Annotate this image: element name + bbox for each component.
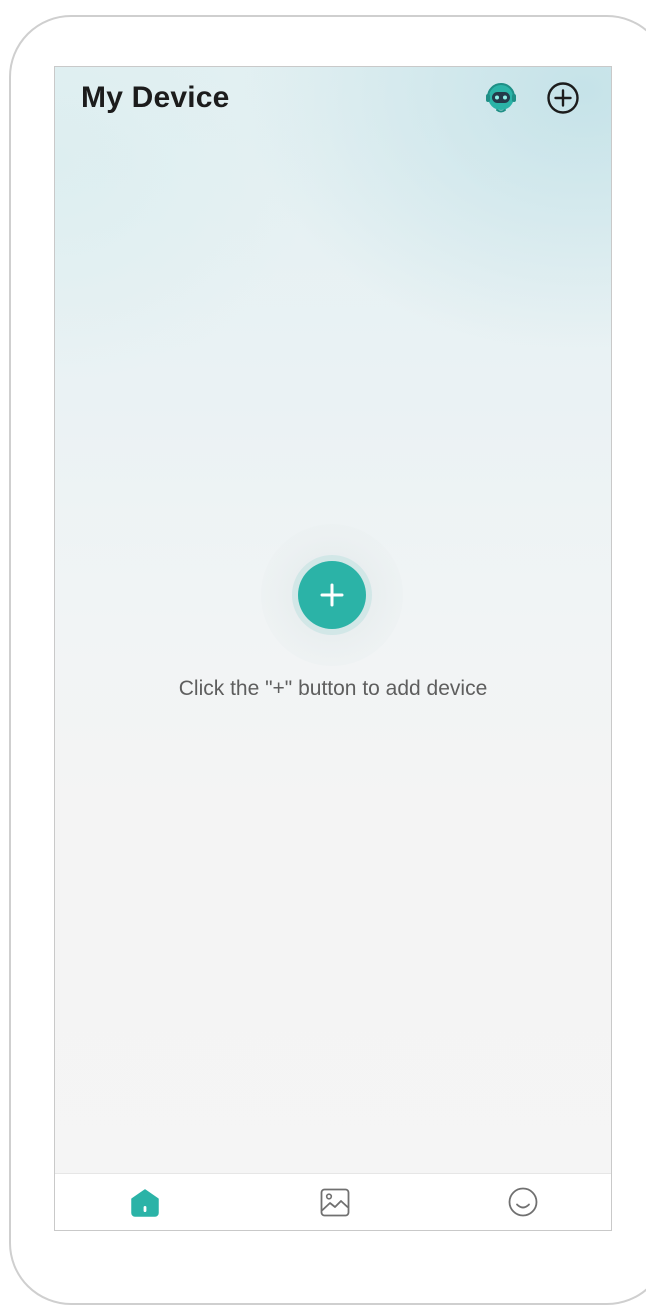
app-screen: My Device Click the "+" button to add de… [54, 66, 612, 1231]
add-device-header-button[interactable] [545, 80, 581, 116]
bottom-tab-bar [55, 1173, 611, 1230]
empty-state-hint: Click the "+" button to add device [178, 677, 488, 700]
tab-gallery[interactable] [315, 1184, 355, 1220]
gallery-icon [320, 1188, 350, 1217]
tab-home[interactable] [125, 1184, 165, 1220]
plus-icon [320, 583, 344, 607]
header: My Device [55, 67, 611, 131]
page-title: My Device [81, 81, 230, 114]
customer-service-robot-icon [486, 83, 516, 113]
home-icon [131, 1189, 159, 1217]
customer-service-button[interactable] [483, 80, 519, 116]
plus-circle-icon [547, 82, 579, 114]
add-device-button[interactable] [298, 561, 366, 629]
profile-icon [508, 1187, 538, 1217]
tab-profile[interactable] [503, 1184, 543, 1220]
